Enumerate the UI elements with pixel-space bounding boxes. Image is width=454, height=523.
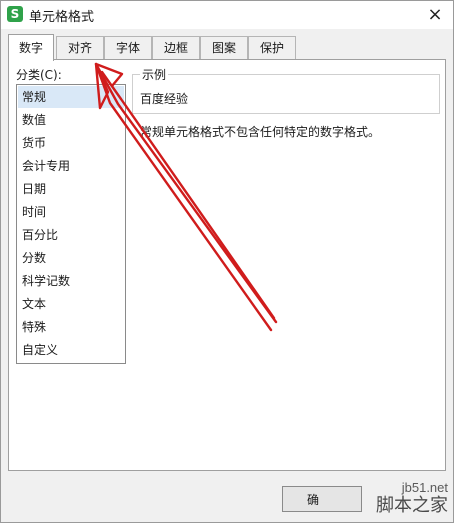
- watermark: jb51.net 脚本之家: [334, 463, 454, 523]
- red-arrow-annotation: [94, 62, 278, 332]
- watermark-site: 脚本之家: [376, 495, 448, 516]
- tab-number[interactable]: 数字: [8, 34, 54, 61]
